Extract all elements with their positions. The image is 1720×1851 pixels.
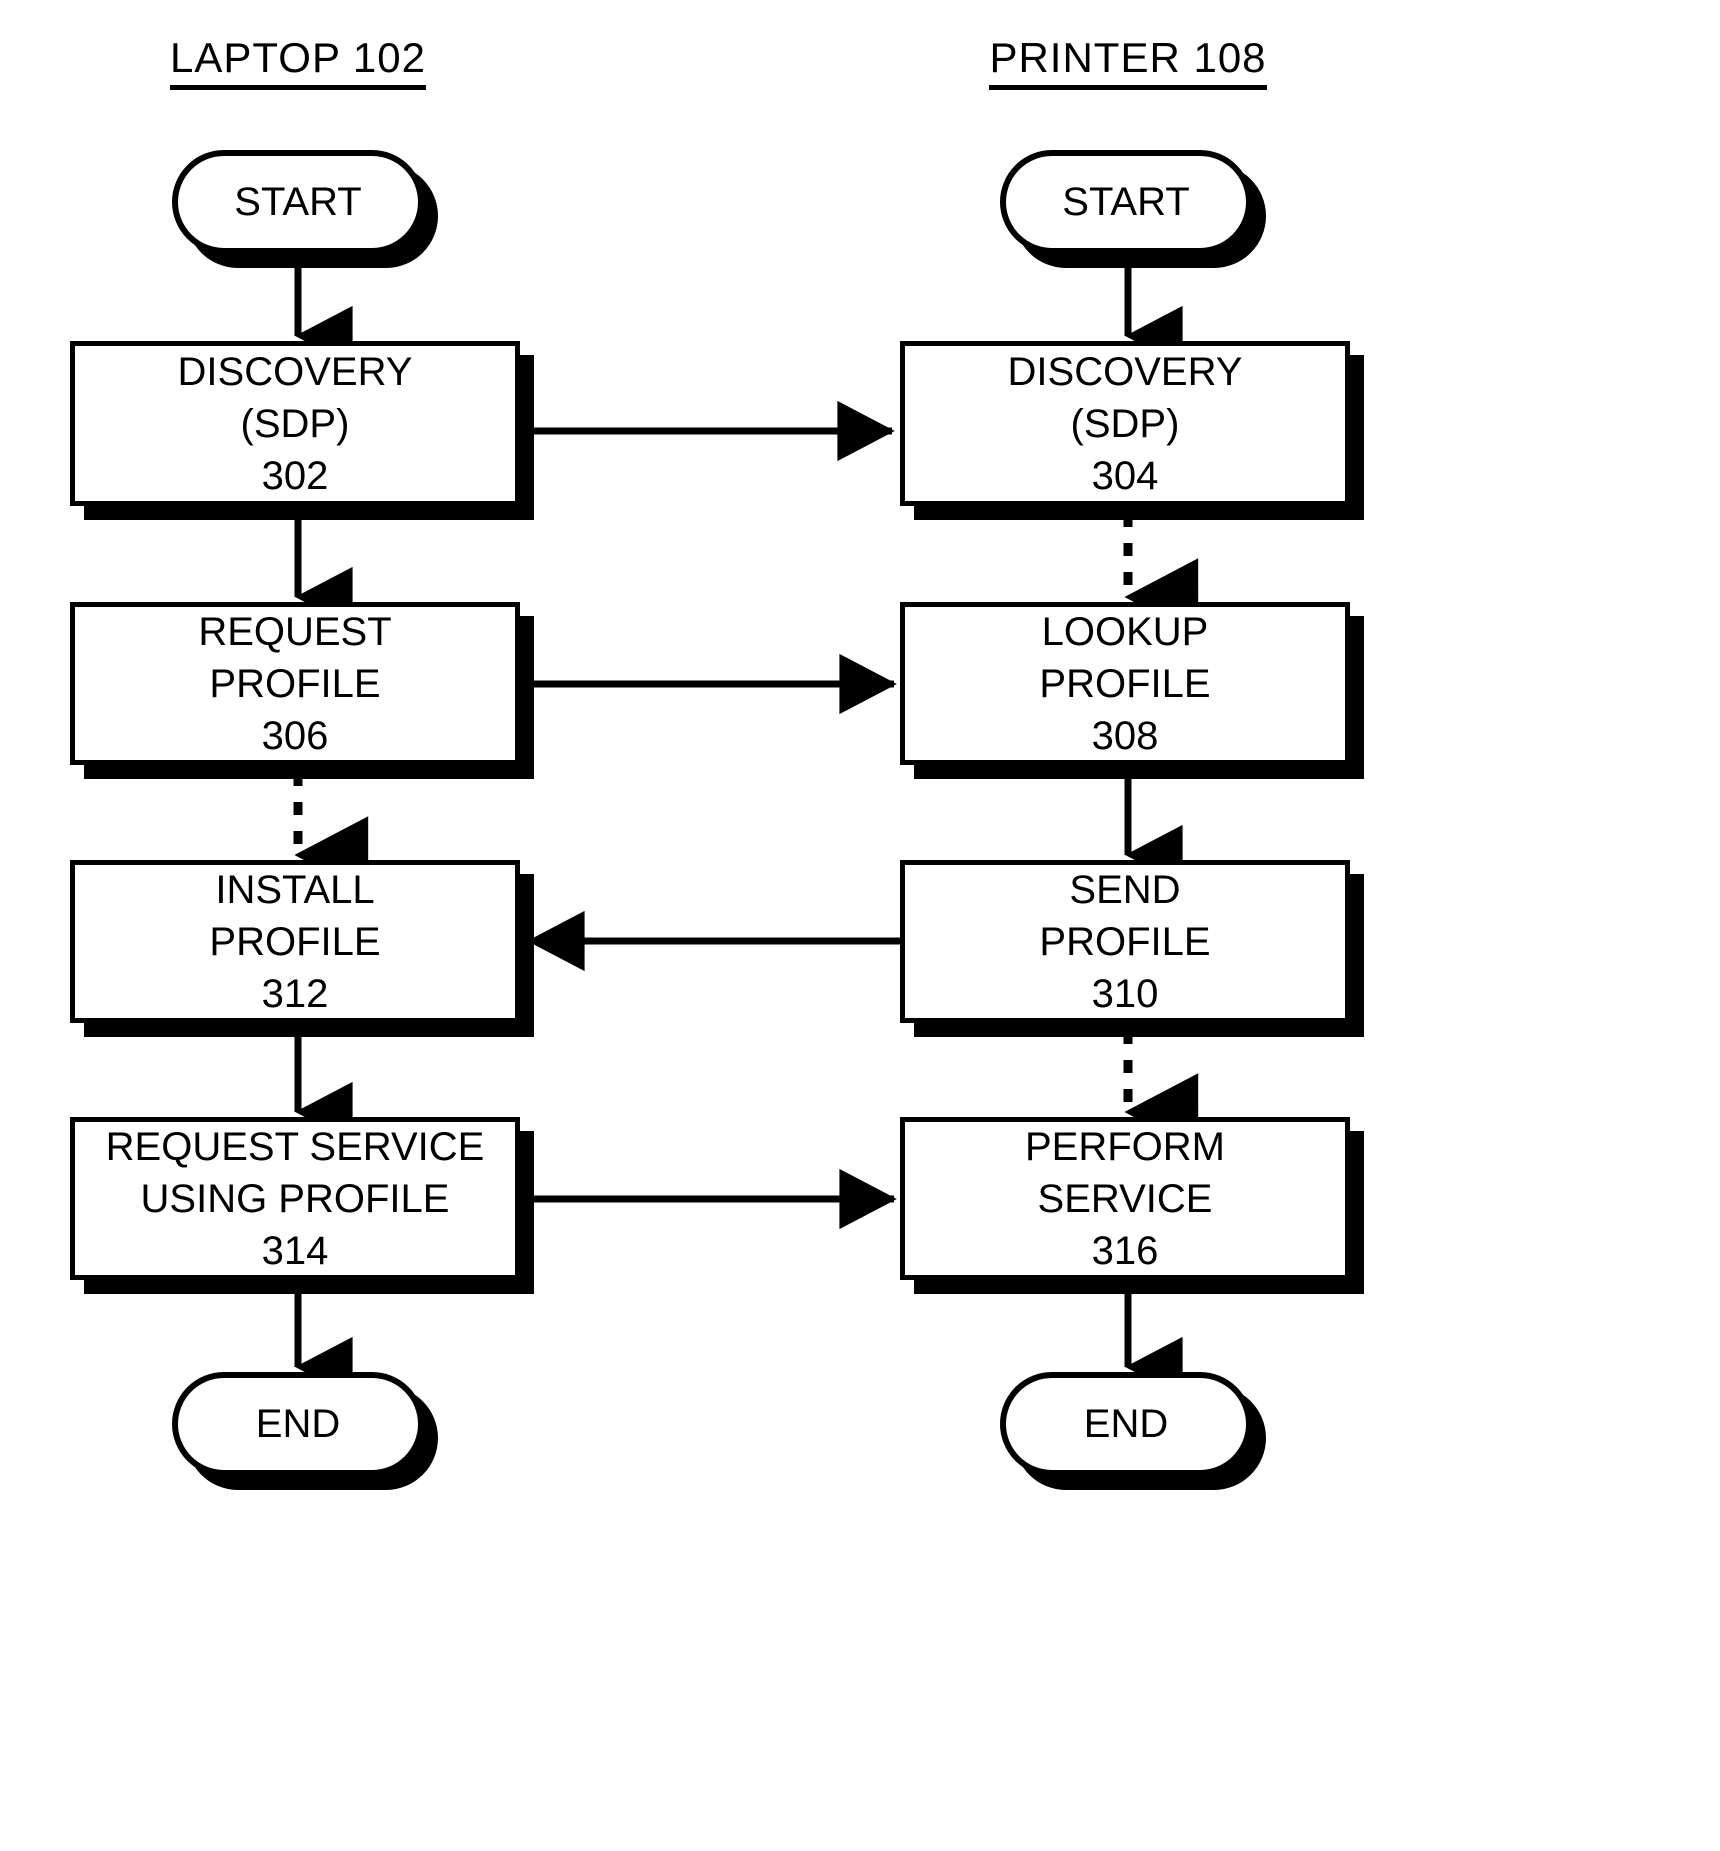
node-send-profile-310[interactable]: SEND PROFILE 310 <box>900 860 1350 1023</box>
node-install-profile-312-line-3: 312 <box>261 971 329 1016</box>
node-install-profile-312-line-2: PROFILE <box>209 919 381 964</box>
node-laptop-end[interactable]: END <box>172 1372 424 1476</box>
node-request-service-314-line-2: USING PROFILE <box>140 1176 450 1221</box>
node-discovery-304-line-3: 304 <box>1091 453 1159 498</box>
node-printer-end-line-1: END <box>1083 1402 1169 1446</box>
node-discovery-304[interactable]: DISCOVERY (SDP) 304 <box>900 341 1350 506</box>
node-send-profile-310-line-2: PROFILE <box>1039 919 1211 964</box>
node-perform-service-316-line-1: PERFORM <box>1025 1124 1225 1169</box>
node-perform-service-316-line-2: SERVICE <box>1037 1176 1213 1221</box>
node-laptop-start[interactable]: START <box>172 150 424 254</box>
node-discovery-302[interactable]: DISCOVERY (SDP) 302 <box>70 341 520 506</box>
node-request-service-314-line-3: 314 <box>261 1228 329 1273</box>
node-discovery-302-line-1: DISCOVERY <box>177 349 413 394</box>
node-request-profile-306-line-1: REQUEST <box>198 609 392 654</box>
node-perform-service-316[interactable]: PERFORM SERVICE 316 <box>900 1117 1350 1280</box>
node-request-service-314[interactable]: REQUEST SERVICE USING PROFILE 314 <box>70 1117 520 1280</box>
node-discovery-302-line-2: (SDP) <box>240 401 350 446</box>
lane-title-laptop: LAPTOP 102 <box>98 34 498 90</box>
node-discovery-302-line-3: 302 <box>261 453 329 498</box>
node-printer-start[interactable]: START <box>1000 150 1252 254</box>
node-discovery-304-line-1: DISCOVERY <box>1007 349 1243 394</box>
lane-title-printer: PRINTER 108 <box>928 34 1328 90</box>
node-lookup-profile-308-line-3: 308 <box>1091 713 1159 758</box>
node-printer-end[interactable]: END <box>1000 1372 1252 1476</box>
node-laptop-start-line-1: START <box>234 180 362 224</box>
flowchart-canvas: LAPTOP 102 PRINTER 108 START DISCOVERY (… <box>0 0 1720 1851</box>
node-perform-service-316-line-3: 316 <box>1091 1228 1159 1273</box>
node-install-profile-312[interactable]: INSTALL PROFILE 312 <box>70 860 520 1023</box>
node-request-profile-306[interactable]: REQUEST PROFILE 306 <box>70 602 520 765</box>
node-lookup-profile-308-line-1: LOOKUP <box>1041 609 1209 654</box>
node-request-profile-306-line-2: PROFILE <box>209 661 381 706</box>
node-lookup-profile-308[interactable]: LOOKUP PROFILE 308 <box>900 602 1350 765</box>
node-discovery-304-line-2: (SDP) <box>1070 401 1180 446</box>
node-install-profile-312-line-1: INSTALL <box>215 867 375 912</box>
lane-title-laptop-text: LAPTOP 102 <box>170 34 426 90</box>
node-send-profile-310-line-1: SEND <box>1069 867 1181 912</box>
node-lookup-profile-308-line-2: PROFILE <box>1039 661 1211 706</box>
node-send-profile-310-line-3: 310 <box>1091 971 1159 1016</box>
node-laptop-end-line-1: END <box>255 1402 341 1446</box>
lane-title-printer-text: PRINTER 108 <box>989 34 1267 90</box>
node-printer-start-line-1: START <box>1062 180 1190 224</box>
node-request-profile-306-line-3: 306 <box>261 713 329 758</box>
node-request-service-314-line-1: REQUEST SERVICE <box>105 1124 485 1169</box>
